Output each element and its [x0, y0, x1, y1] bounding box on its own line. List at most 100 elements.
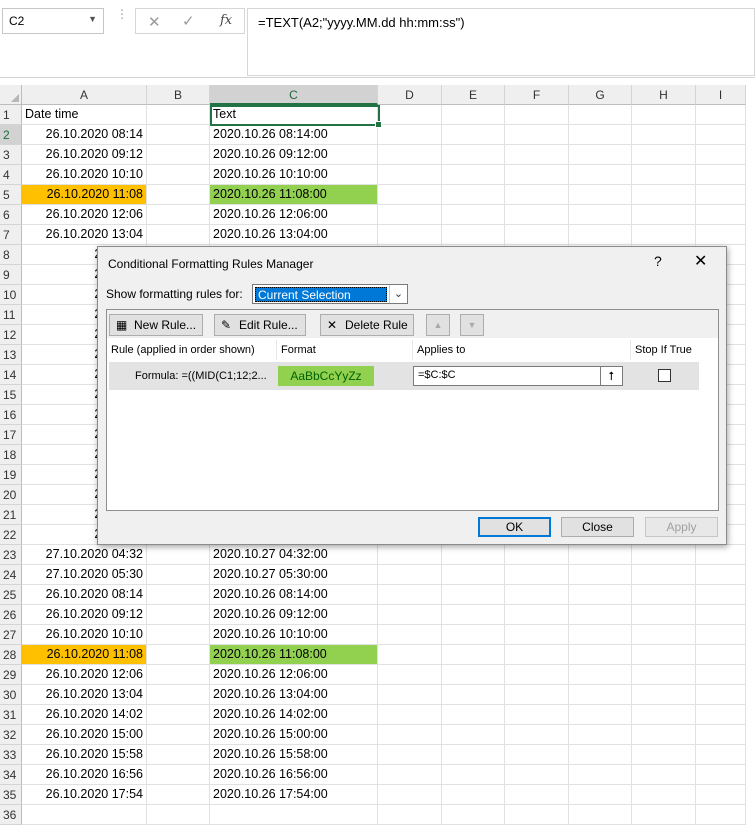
cell-g7[interactable]: [569, 225, 632, 245]
cell-c31[interactable]: 2020.10.26 14:02:00: [210, 705, 378, 725]
insert-function-icon[interactable]: fx: [220, 13, 232, 28]
cell-f33[interactable]: [505, 745, 569, 765]
cell-b1[interactable]: [147, 105, 210, 125]
cell-b24[interactable]: [147, 565, 210, 585]
cell-b32[interactable]: [147, 725, 210, 745]
row-header[interactable]: 32: [0, 725, 22, 745]
cell-b6[interactable]: [147, 205, 210, 225]
cell-c3[interactable]: 2020.10.26 09:12:00: [210, 145, 378, 165]
cell-f34[interactable]: [505, 765, 569, 785]
cell-g33[interactable]: [569, 745, 632, 765]
cell-g29[interactable]: [569, 665, 632, 685]
cell-d28[interactable]: [378, 645, 442, 665]
cell-g31[interactable]: [569, 705, 632, 725]
cell-b5[interactable]: [147, 185, 210, 205]
row-header[interactable]: 35: [0, 785, 22, 805]
cell-f32[interactable]: [505, 725, 569, 745]
cell-a25[interactable]: 26.10.2020 08:14: [22, 585, 147, 605]
cell-d24[interactable]: [378, 565, 442, 585]
cell-i6[interactable]: [696, 205, 746, 225]
cell-a26[interactable]: 26.10.2020 09:12: [22, 605, 147, 625]
cell-d34[interactable]: [378, 765, 442, 785]
cell-c34[interactable]: 2020.10.26 16:56:00: [210, 765, 378, 785]
cell-g3[interactable]: [569, 145, 632, 165]
row-header[interactable]: 17: [0, 425, 22, 445]
cell-c25[interactable]: 2020.10.26 08:14:00: [210, 585, 378, 605]
row-header[interactable]: 1: [0, 105, 22, 125]
cell-i25[interactable]: [696, 585, 746, 605]
close-icon[interactable]: ✕: [694, 251, 707, 271]
cell-b4[interactable]: [147, 165, 210, 185]
ok-button[interactable]: OK: [478, 517, 551, 537]
stop-if-true-checkbox[interactable]: [658, 369, 671, 382]
new-rule-button[interactable]: ▦ New Rule...: [109, 314, 203, 336]
cell-f29[interactable]: [505, 665, 569, 685]
cell-b34[interactable]: [147, 765, 210, 785]
cell-b23[interactable]: [147, 545, 210, 565]
row-header[interactable]: 29: [0, 665, 22, 685]
cell-i3[interactable]: [696, 145, 746, 165]
column-header-e[interactable]: E: [442, 85, 505, 105]
cell-h28[interactable]: [632, 645, 696, 665]
cell-f1[interactable]: [505, 105, 569, 125]
row-header[interactable]: 5: [0, 185, 22, 205]
cell-h6[interactable]: [632, 205, 696, 225]
cell-g24[interactable]: [569, 565, 632, 585]
cell-a27[interactable]: 26.10.2020 10:10: [22, 625, 147, 645]
cell-h23[interactable]: [632, 545, 696, 565]
name-box[interactable]: C2 ▼: [2, 8, 104, 34]
cell-c36[interactable]: [210, 805, 378, 825]
cell-d36[interactable]: [378, 805, 442, 825]
cell-g35[interactable]: [569, 785, 632, 805]
select-all-corner[interactable]: [0, 85, 22, 105]
column-header-a[interactable]: A: [22, 85, 147, 105]
cell-a33[interactable]: 26.10.2020 15:58: [22, 745, 147, 765]
row-header[interactable]: 34: [0, 765, 22, 785]
row-header[interactable]: 15: [0, 385, 22, 405]
cell-i23[interactable]: [696, 545, 746, 565]
cell-f23[interactable]: [505, 545, 569, 565]
cell-g25[interactable]: [569, 585, 632, 605]
cell-e1[interactable]: [442, 105, 505, 125]
row-header[interactable]: 31: [0, 705, 22, 725]
cell-d33[interactable]: [378, 745, 442, 765]
cell-h5[interactable]: [632, 185, 696, 205]
cell-g36[interactable]: [569, 805, 632, 825]
formula-input[interactable]: =TEXT(A2;"yyyy.MM.dd hh:mm:ss"): [247, 8, 755, 76]
cell-i30[interactable]: [696, 685, 746, 705]
cell-i33[interactable]: [696, 745, 746, 765]
row-header[interactable]: 13: [0, 345, 22, 365]
cell-b3[interactable]: [147, 145, 210, 165]
cell-f36[interactable]: [505, 805, 569, 825]
cell-a32[interactable]: 26.10.2020 15:00: [22, 725, 147, 745]
move-up-button[interactable]: ▲: [426, 314, 450, 336]
cell-b2[interactable]: [147, 125, 210, 145]
delete-rule-button[interactable]: ✕ Delete Rule: [320, 314, 414, 336]
cell-a4[interactable]: 26.10.2020 10:10: [22, 165, 147, 185]
cell-c7[interactable]: 2020.10.26 13:04:00: [210, 225, 378, 245]
cell-g27[interactable]: [569, 625, 632, 645]
row-header[interactable]: 16: [0, 405, 22, 425]
cell-c1[interactable]: Text: [210, 105, 378, 125]
cell-d26[interactable]: [378, 605, 442, 625]
row-header[interactable]: 9: [0, 265, 22, 285]
cell-h36[interactable]: [632, 805, 696, 825]
cell-d31[interactable]: [378, 705, 442, 725]
cell-f6[interactable]: [505, 205, 569, 225]
cell-c23[interactable]: 2020.10.27 04:32:00: [210, 545, 378, 565]
cell-f35[interactable]: [505, 785, 569, 805]
row-header[interactable]: 4: [0, 165, 22, 185]
row-header[interactable]: 10: [0, 285, 22, 305]
column-header-h[interactable]: H: [632, 85, 696, 105]
cell-d6[interactable]: [378, 205, 442, 225]
cell-g2[interactable]: [569, 125, 632, 145]
cell-f25[interactable]: [505, 585, 569, 605]
edit-rule-button[interactable]: ✎ Edit Rule...: [214, 314, 306, 336]
row-header[interactable]: 22: [0, 525, 22, 545]
row-header[interactable]: 7: [0, 225, 22, 245]
cell-b36[interactable]: [147, 805, 210, 825]
cell-f31[interactable]: [505, 705, 569, 725]
cell-c4[interactable]: 2020.10.26 10:10:00: [210, 165, 378, 185]
cell-i5[interactable]: [696, 185, 746, 205]
cell-i24[interactable]: [696, 565, 746, 585]
